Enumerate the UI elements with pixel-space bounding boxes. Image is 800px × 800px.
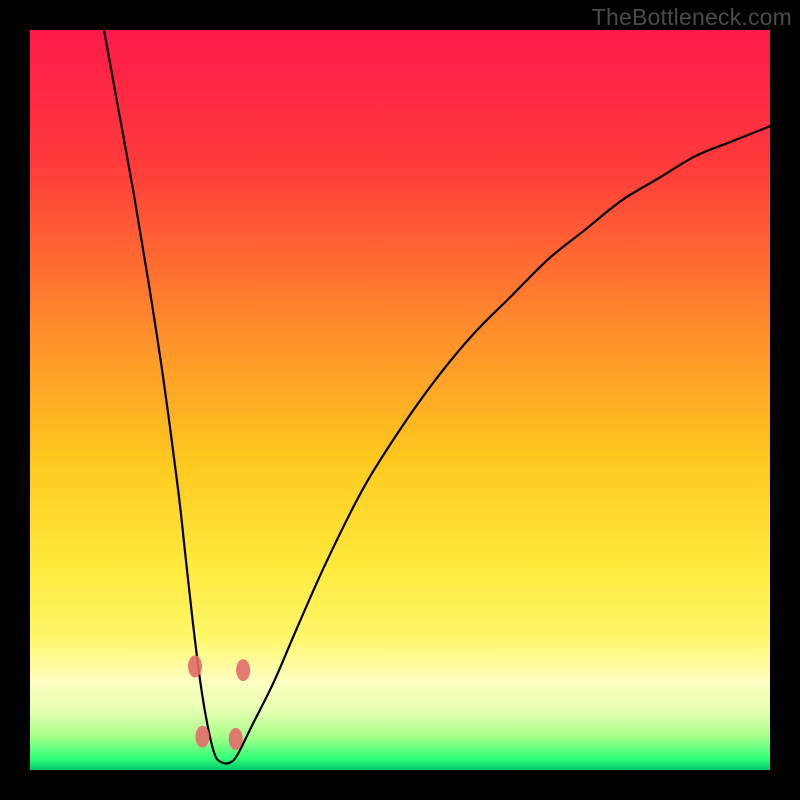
trough-marker-2 [195,726,209,748]
watermark-text: TheBottleneck.com [592,4,792,31]
plot-area [30,30,770,770]
chart-frame: TheBottleneck.com [0,0,800,800]
trough-marker-1 [236,659,250,681]
gradient-background [30,30,770,770]
trough-marker-3 [229,728,243,750]
trough-marker-0 [188,655,202,677]
bottleneck-chart [30,30,770,770]
